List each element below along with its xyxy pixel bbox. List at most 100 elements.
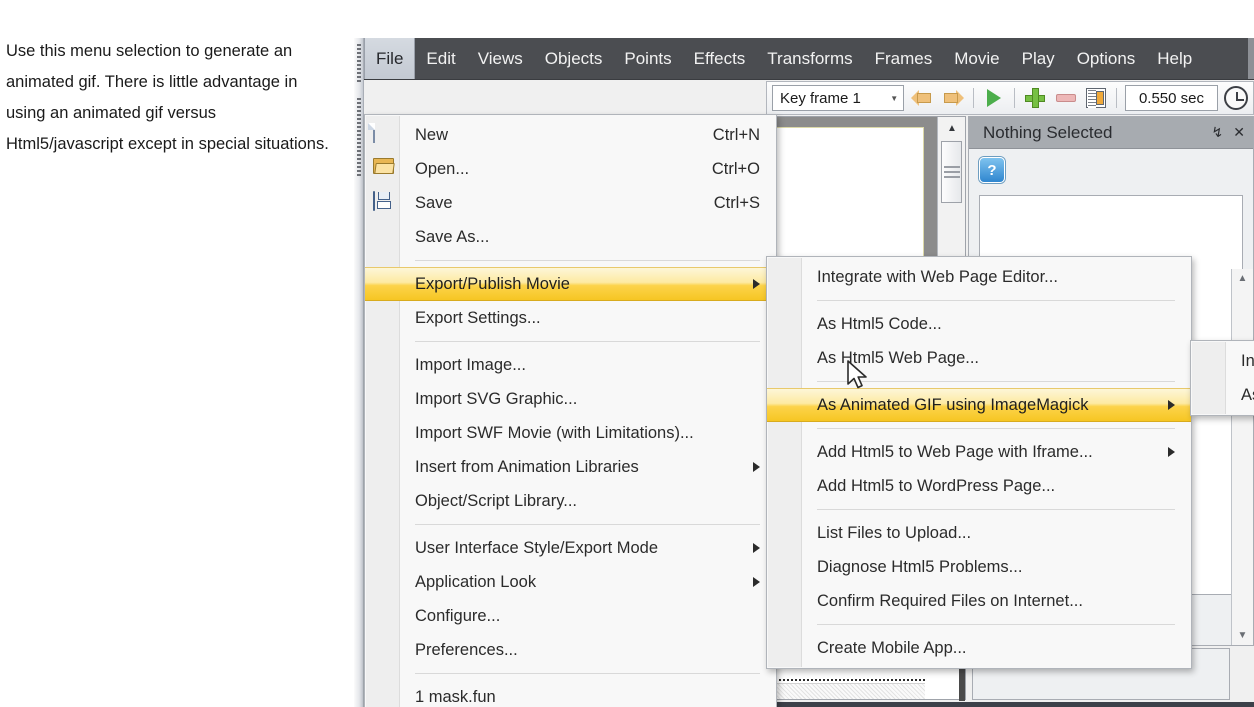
- gif-submenu-item-2[interactable]: As: [1191, 378, 1254, 412]
- menu-item-recent-1[interactable]: 1 mask.fun: [365, 680, 776, 707]
- panel-scroll-up-icon[interactable]: ▲: [1238, 273, 1248, 284]
- submenu-item-as-html5-web-page[interactable]: As Html5 Web Page...: [767, 341, 1191, 375]
- menu-item-application-look[interactable]: Application Look: [365, 565, 776, 599]
- submenu-item-add-html5-wordpress[interactable]: Add Html5 to WordPress Page...: [767, 469, 1191, 503]
- menu-divider-3: [415, 524, 760, 525]
- add-frame-button[interactable]: [1023, 85, 1047, 111]
- menu-item-import-image[interactable]: Import Image...: [365, 348, 776, 382]
- submenu-item-add-html5-iframe-label: Add Html5 to Web Page with Iframe...: [817, 442, 1093, 461]
- file-dropdown-menu: New Ctrl+N Open... Ctrl+O Save Ctrl+S Sa…: [364, 114, 777, 707]
- menu-item-play[interactable]: Play: [1011, 38, 1066, 79]
- menu-item-file[interactable]: File: [364, 38, 416, 79]
- menu-item-export-settings[interactable]: Export Settings...: [365, 301, 776, 335]
- submenu-item-list-files-to-upload[interactable]: List Files to Upload...: [767, 516, 1191, 550]
- annotation-text: Use this menu selection to generate an a…: [6, 42, 329, 153]
- menu-item-import-svg-label: Import SVG Graphic...: [415, 389, 578, 408]
- menu-item-options[interactable]: Options: [1066, 38, 1147, 79]
- grip-dots-upper: [357, 44, 361, 84]
- submenu-item-confirm-required-files[interactable]: Confirm Required Files on Internet...: [767, 584, 1191, 618]
- menu-item-objects[interactable]: Objects: [534, 38, 614, 79]
- submenu-item-as-html5-code[interactable]: As Html5 Code...: [767, 307, 1191, 341]
- submenu-item-integrate-web-page-editor[interactable]: Integrate with Web Page Editor...: [767, 260, 1191, 294]
- menu-bar: File Edit Views Objects Points Effects T…: [364, 38, 1254, 80]
- gif-submenu-item-1-label: Ins: [1241, 351, 1254, 370]
- remove-frame-button[interactable]: [1054, 85, 1078, 111]
- toolbar-grip-rail[interactable]: [354, 38, 364, 707]
- menu-item-export-publish-movie[interactable]: Export/Publish Movie: [365, 267, 776, 301]
- submenu-item-add-html5-wordpress-label: Add Html5 to WordPress Page...: [817, 476, 1056, 495]
- new-document-icon: [373, 123, 395, 146]
- submenu-item-as-animated-gif-label: As Animated GIF using ImageMagick: [817, 395, 1089, 414]
- menu-item-import-svg[interactable]: Import SVG Graphic...: [365, 382, 776, 416]
- pin-icon[interactable]: ↯: [1212, 124, 1224, 141]
- submenu-item-as-html5-code-label: As Html5 Code...: [817, 314, 942, 333]
- menu-item-help[interactable]: Help: [1146, 38, 1203, 79]
- menu-item-object-script-library-label: Object/Script Library...: [415, 491, 577, 510]
- submenu-arrow-icon: [753, 577, 760, 587]
- menu-item-configure-label: Configure...: [415, 606, 501, 625]
- menu-item-transforms[interactable]: Transforms: [756, 38, 863, 79]
- next-frame-button[interactable]: [941, 85, 965, 111]
- submenu-item-as-animated-gif[interactable]: As Animated GIF using ImageMagick: [767, 388, 1191, 422]
- panel-vertical-scrollbar[interactable]: ▲ ▼: [1231, 269, 1253, 645]
- menu-item-open-label: Open...: [415, 159, 470, 178]
- menu-item-preferences[interactable]: Preferences...: [365, 633, 776, 667]
- menu-divider-4: [415, 673, 760, 674]
- submenu-item-integrate-web-page-editor-label: Integrate with Web Page Editor...: [817, 267, 1058, 286]
- menu-item-save-accel: Ctrl+S: [713, 193, 760, 212]
- menu-item-points[interactable]: Points: [613, 38, 682, 79]
- right-arrow-icon: [942, 89, 964, 107]
- menu-item-save[interactable]: Save Ctrl+S: [365, 186, 776, 220]
- menu-item-import-swf[interactable]: Import SWF Movie (with Limitations)...: [365, 416, 776, 450]
- screenshot-root: Use this menu selection to generate an a…: [0, 0, 1254, 707]
- clock-icon: [1223, 86, 1248, 110]
- menu-item-movie[interactable]: Movie: [943, 38, 1010, 79]
- menu-item-save-as-label: Save As...: [415, 227, 490, 246]
- submenu-item-list-files-to-upload-label: List Files to Upload...: [817, 523, 972, 542]
- menu-item-insert-animation-libraries-label: Insert from Animation Libraries: [415, 457, 639, 476]
- keyframe-dropdown[interactable]: Key frame 1 ▼: [772, 85, 905, 111]
- help-button[interactable]: ?: [979, 157, 1005, 183]
- menu-item-object-script-library[interactable]: Object/Script Library...: [365, 484, 776, 518]
- timing-button[interactable]: [1223, 85, 1248, 111]
- menu-item-new[interactable]: New Ctrl+N: [365, 118, 776, 152]
- remove-frame-icon: [1055, 94, 1076, 102]
- menu-item-open[interactable]: Open... Ctrl+O: [365, 152, 776, 186]
- frame-duration-input[interactable]: 0.550 sec: [1125, 85, 1218, 111]
- menu-item-ui-style-export-mode[interactable]: User Interface Style/Export Mode: [365, 531, 776, 565]
- frame-toolbar: Key frame 1 ▼ 0.550 sec: [766, 81, 1254, 115]
- menu-item-export-settings-label: Export Settings...: [415, 308, 541, 327]
- close-icon[interactable]: ✕: [1233, 124, 1245, 141]
- export-publish-submenu: Integrate with Web Page Editor... As Htm…: [766, 256, 1192, 669]
- gif-submenu-item-1[interactable]: Ins: [1191, 344, 1254, 378]
- menu-item-frames[interactable]: Frames: [864, 38, 944, 79]
- menu-item-insert-animation-libraries[interactable]: Insert from Animation Libraries: [365, 450, 776, 484]
- menu-item-new-label: New: [415, 125, 449, 144]
- menu-item-save-label: Save: [415, 193, 453, 212]
- submenu-item-create-mobile-app-label: Create Mobile App...: [817, 638, 967, 657]
- toolbar-separator-3: [1116, 88, 1118, 108]
- gif-submenu-item-2-label: As: [1241, 385, 1254, 404]
- menu-item-configure[interactable]: Configure...: [365, 599, 776, 633]
- panel-title-bar: Nothing Selected ↯ ✕: [969, 117, 1253, 149]
- scroll-thumb[interactable]: [941, 141, 962, 203]
- frames-button[interactable]: [1084, 85, 1108, 111]
- animated-gif-submenu: Ins As: [1190, 340, 1254, 416]
- menu-item-edit[interactable]: Edit: [415, 38, 466, 79]
- menu-item-save-as[interactable]: Save As...: [365, 220, 776, 254]
- submenu-arrow-icon: [753, 543, 760, 553]
- mouse-cursor-icon: [847, 360, 867, 389]
- panel-scroll-down-icon[interactable]: ▼: [1238, 630, 1248, 641]
- submenu-item-create-mobile-app[interactable]: Create Mobile App...: [767, 631, 1191, 665]
- submenu-arrow-icon: [753, 462, 760, 472]
- chevron-down-icon: ▼: [890, 93, 899, 103]
- application-window: File Edit Views Objects Points Effects T…: [354, 38, 1254, 707]
- menu-item-views[interactable]: Views: [467, 38, 534, 79]
- submenu-item-diagnose-html5-problems[interactable]: Diagnose Html5 Problems...: [767, 550, 1191, 584]
- submenu-item-add-html5-iframe[interactable]: Add Html5 to Web Page with Iframe...: [767, 435, 1191, 469]
- previous-frame-button[interactable]: [910, 85, 934, 111]
- menu-item-effects[interactable]: Effects: [683, 38, 757, 79]
- play-button[interactable]: [982, 85, 1006, 111]
- scroll-up-icon[interactable]: ▲: [938, 117, 966, 139]
- menu-item-ui-style-export-mode-label: User Interface Style/Export Mode: [415, 538, 659, 557]
